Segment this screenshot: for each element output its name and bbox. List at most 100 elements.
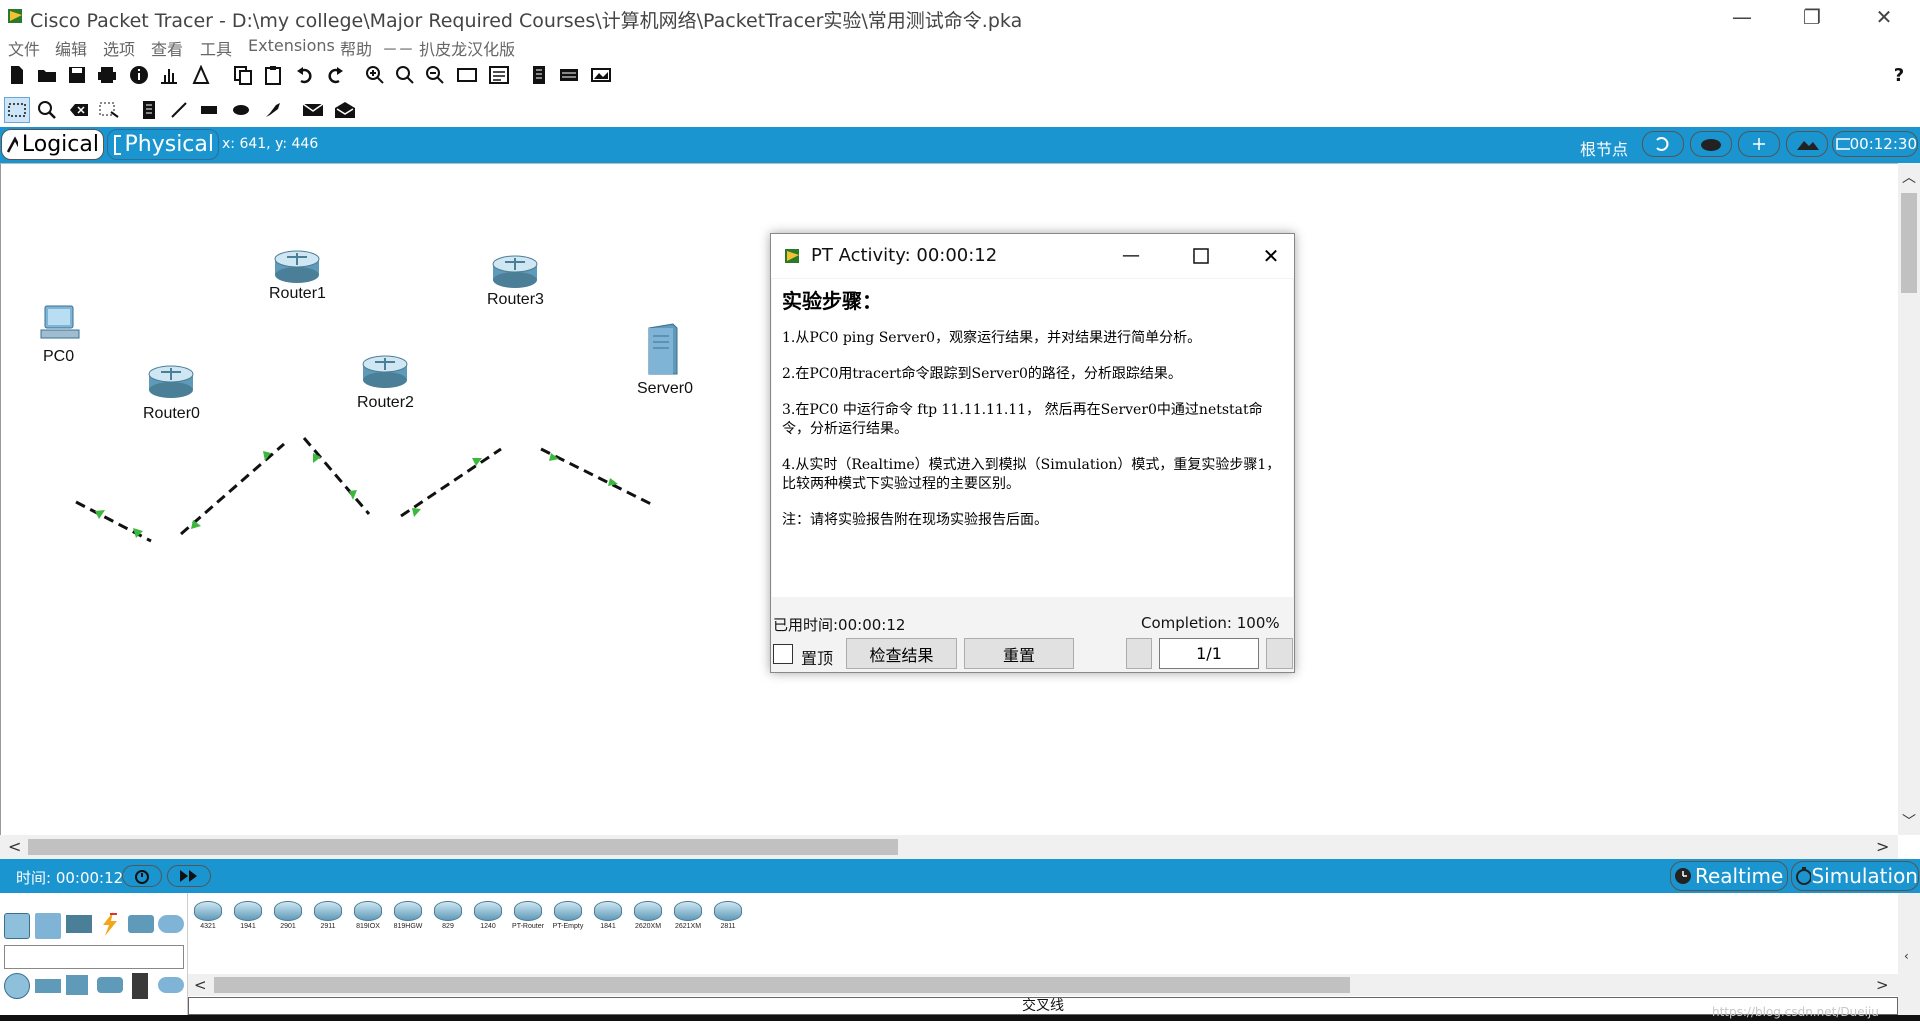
place-note-icon[interactable]	[138, 99, 160, 121]
device-model-819iox[interactable]: 819IOX	[352, 899, 384, 932]
custom-devices-icon[interactable]	[488, 64, 510, 86]
canvas-horizontal-scrollbar[interactable]: < >	[0, 835, 1898, 859]
paste-icon[interactable]	[262, 64, 284, 86]
pc0-device-icon[interactable]	[37, 304, 87, 344]
device-model-1941[interactable]: 1941	[232, 899, 264, 932]
add-complex-pdu-icon[interactable]	[334, 99, 356, 121]
router3-device-icon[interactable]	[491, 254, 539, 290]
scroll-up-icon[interactable]: ︿	[1902, 167, 1916, 187]
scroll-left-small-icon[interactable]: ‹	[1904, 949, 1909, 963]
device-scroll-right-icon[interactable]: >	[1876, 976, 1889, 994]
device-search-box[interactable]	[4, 945, 184, 969]
draw-ellipse-icon[interactable]	[230, 99, 252, 121]
realtime-mode-button[interactable]: Realtime	[1670, 861, 1788, 891]
cluster-button[interactable]	[1690, 131, 1732, 157]
add-simple-pdu-icon[interactable]	[302, 99, 324, 121]
background-image-button[interactable]	[1786, 131, 1828, 157]
security-subcategory-icon[interactable]	[132, 973, 148, 999]
device-scroll-left-icon[interactable]: <	[194, 976, 207, 994]
device-model-1240[interactable]: 1240	[472, 899, 504, 932]
restore-button[interactable]: ❐	[1784, 2, 1840, 32]
network-wizard-icon[interactable]	[158, 64, 180, 86]
menu-view[interactable]: 查看	[151, 36, 183, 60]
menu-edit[interactable]: 编辑	[55, 36, 87, 60]
close-button[interactable]: ✕	[1856, 2, 1912, 32]
switches-subcategory-icon[interactable]	[35, 979, 61, 993]
device-model-2621xm[interactable]: 2621XM	[672, 899, 704, 932]
device-model-2901[interactable]: 2901	[272, 899, 304, 932]
inspect-icon[interactable]	[36, 99, 58, 121]
horizontal-scroll-thumb[interactable]	[28, 839, 898, 855]
ipc-manager-icon[interactable]	[558, 64, 580, 86]
scroll-left-icon[interactable]: <	[8, 837, 21, 856]
server0-device-icon[interactable]	[643, 322, 683, 378]
dialog-minimize-button[interactable]: —	[1111, 240, 1151, 272]
menu-options[interactable]: 选项	[103, 36, 135, 60]
open-folder-icon[interactable]	[36, 64, 58, 86]
device-panel-vertical-scrollbar[interactable]: ‹	[1898, 893, 1920, 1021]
router0-device-icon[interactable]	[147, 364, 195, 400]
draw-line-icon[interactable]	[168, 99, 190, 121]
dialog-close-button[interactable]: ✕	[1251, 240, 1291, 272]
routers-subcategory-icon[interactable]	[4, 973, 30, 999]
scroll-right-icon[interactable]: >	[1876, 837, 1889, 856]
next-page-button[interactable]	[1266, 638, 1293, 669]
menu-file[interactable]: 文件	[8, 36, 40, 60]
delete-icon[interactable]	[68, 99, 90, 121]
device-model-819hgw[interactable]: 819HGW	[392, 899, 424, 932]
activity-wizard-icon[interactable]	[190, 64, 212, 86]
menu-extensions[interactable]: Extensions	[248, 36, 335, 55]
wireless-subcategory-icon[interactable]	[97, 977, 123, 993]
device-model-2911[interactable]: 2911	[312, 899, 344, 932]
new-file-icon[interactable]	[6, 64, 28, 86]
draw-rectangle-icon[interactable]	[198, 99, 220, 121]
copy-icon[interactable]	[232, 64, 254, 86]
device-model-2620xm[interactable]: 2620XM	[632, 899, 664, 932]
power-cycle-button[interactable]	[122, 865, 162, 887]
simulation-mode-button[interactable]: Simulation	[1791, 861, 1919, 891]
dialog-maximize-button[interactable]	[1181, 240, 1221, 272]
reset-button[interactable]: 重置	[964, 638, 1074, 669]
previous-page-button[interactable]	[1126, 638, 1152, 669]
screenshot-icon[interactable]	[590, 64, 612, 86]
zoom-out-icon[interactable]	[424, 64, 446, 86]
dialog-title-bar[interactable]: PT Activity: 00:00:12 — ✕	[771, 234, 1294, 278]
menu-tools[interactable]: 工具	[200, 36, 232, 60]
minimize-button[interactable]: —	[1714, 2, 1770, 32]
move-object-button[interactable]	[1738, 131, 1780, 157]
tab-logical[interactable]: Logical	[1, 129, 104, 160]
hubs-subcategory-icon[interactable]	[66, 975, 88, 995]
device-scroll-thumb[interactable]	[214, 977, 1350, 993]
network-devices-category-icon[interactable]	[4, 913, 30, 939]
fast-forward-button[interactable]	[167, 865, 211, 887]
device-model-829[interactable]: 829	[432, 899, 464, 932]
tab-physical[interactable]: Physical	[107, 129, 219, 160]
misc-category-icon[interactable]	[128, 915, 154, 933]
end-devices-category-icon[interactable]	[35, 913, 61, 939]
router2-device-icon[interactable]	[361, 354, 409, 390]
device-list-scrollbar[interactable]: < >	[188, 974, 1898, 996]
zoom-reset-icon[interactable]	[394, 64, 416, 86]
pin-on-top-checkbox[interactable]	[773, 644, 793, 664]
print-icon[interactable]	[96, 64, 118, 86]
back-button[interactable]	[1642, 131, 1684, 157]
resize-shape-icon[interactable]	[98, 99, 120, 121]
device-model-pt-router[interactable]: PT-Router	[512, 899, 544, 932]
info-icon[interactable]	[128, 64, 150, 86]
redo-icon[interactable]	[324, 64, 346, 86]
pdu-list-icon[interactable]	[528, 64, 550, 86]
help-icon[interactable]: ?	[1888, 64, 1910, 86]
device-model-1841[interactable]: 1841	[592, 899, 624, 932]
undo-icon[interactable]	[294, 64, 316, 86]
multiuser-category-icon[interactable]	[158, 915, 184, 933]
check-results-button[interactable]: 检查结果	[846, 638, 957, 669]
scroll-down-icon[interactable]: ﹀	[1902, 811, 1916, 831]
select-tool-icon[interactable]	[4, 97, 30, 123]
device-model-4321[interactable]: 4321	[192, 899, 224, 932]
router1-device-icon[interactable]	[273, 249, 321, 285]
vertical-scroll-thumb[interactable]	[1901, 193, 1917, 293]
drawing-palette-icon[interactable]	[456, 64, 478, 86]
connections-category-icon[interactable]	[97, 911, 123, 937]
viewport-clock[interactable]: 00:12:30	[1832, 131, 1918, 157]
menu-help[interactable]: 帮助	[340, 36, 372, 60]
